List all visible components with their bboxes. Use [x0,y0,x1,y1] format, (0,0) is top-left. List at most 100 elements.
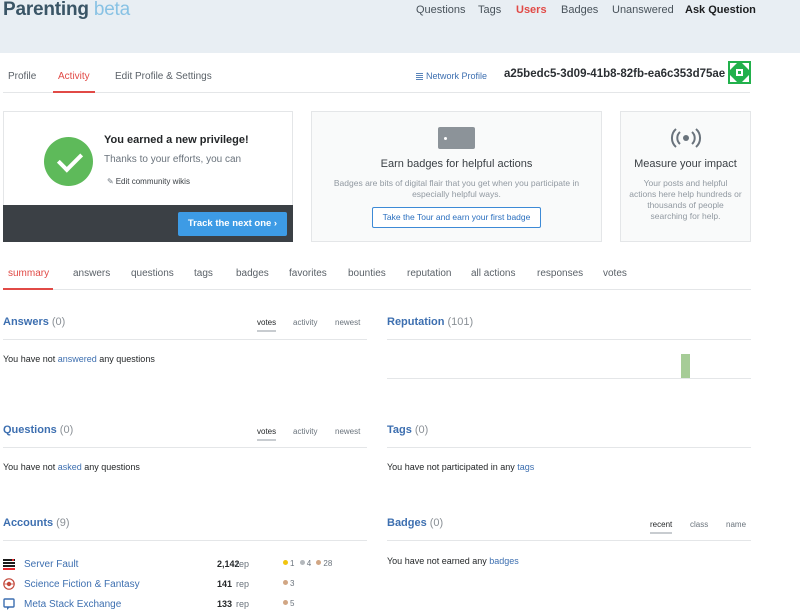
questions-title[interactable]: Questions (0) [3,424,73,436]
tab-reputation[interactable]: reputation [407,268,451,279]
accounts-title-label: Accounts [3,517,54,529]
answers-empty-post: any questions [99,354,155,364]
take-tour-button[interactable]: Take the Tour and earn your first badge [372,207,541,228]
answers-divider [3,339,367,340]
tab-profile[interactable]: Profile [8,71,36,82]
tags-empty-pre: You have not participated in any [387,462,515,472]
tags-divider [387,447,751,448]
bronze-count: 28 [323,559,333,568]
tab-responses[interactable]: responses [537,268,583,279]
account-badges: 3 [283,579,294,588]
pencil-icon: ✎ [107,177,114,186]
reputation-divider [387,339,751,340]
account-rep-label: rep [236,559,250,569]
tab-votes[interactable]: votes [603,268,627,279]
avatar[interactable] [728,61,751,84]
tab-edit-profile[interactable]: Edit Profile & Settings [115,71,212,82]
top-bar: Parenting beta Questions Tags Users Badge… [0,0,800,53]
accounts-title[interactable]: Accounts (9) [3,517,70,529]
questions-divider [3,447,367,448]
reputation-title-label: Reputation [387,316,445,328]
bronze-badge-icon [283,580,288,585]
badges-card: Earn badges for helpful actions Badges a… [311,111,602,242]
questions-empty-pre: You have not [3,462,56,472]
account-rep-label: rep [236,579,250,589]
nav-questions[interactable]: Questions [416,4,466,16]
tags-title[interactable]: Tags (0) [387,424,428,436]
nav-tags[interactable]: Tags [478,4,501,16]
badges-count: (0) [429,517,444,529]
accounts-divider [3,540,367,541]
account-rep-label: rep [236,599,250,609]
questions-count: (0) [59,424,74,436]
scifi-icon [3,578,15,590]
account-name[interactable]: Meta Stack Exchange [24,599,121,610]
tab-answers[interactable]: answers [73,268,110,279]
asked-link[interactable]: asked [58,462,82,472]
account-name[interactable]: Server Fault [24,559,78,570]
questions-sort-votes[interactable]: votes [257,427,277,441]
impact-card-description: Your posts and helpful actions here help… [629,178,742,221]
account-badges: 1 4 28 [283,559,332,568]
nav-badges[interactable]: Badges [561,4,598,16]
beta-label: beta [93,0,131,20]
silver-badge-icon [299,560,305,565]
answers-sort-activity[interactable]: activity [293,318,317,327]
tags-title-label: Tags [387,424,412,436]
network-profile-link[interactable]: Network Profile [416,71,487,81]
username: a25bedc5-3d09-41b8-82fb-ea6c353d75ae [504,68,726,80]
tab-divider [3,92,750,93]
answers-title[interactable]: Answers (0) [3,316,65,328]
tab-summary[interactable]: summary [8,268,49,279]
badges-sort-class[interactable]: class [690,520,708,529]
badges-link[interactable]: badges [489,556,519,566]
tab-badges[interactable]: badges [236,268,269,279]
silver-count: 4 [306,559,312,568]
reputation-title[interactable]: Reputation (101) [387,316,473,328]
account-row: Server Fault 2,142 rep 1 4 28 [3,556,363,572]
answers-sort-newest[interactable]: newest [335,318,360,327]
account-badges: 5 [283,599,294,608]
checkmark-icon [44,137,93,186]
edit-wikis-link[interactable]: ✎ Edit community wikis [107,177,190,186]
accounts-count: (9) [56,517,70,529]
site-logo[interactable]: Parenting beta [3,0,130,21]
active-activity-tab-indicator [3,288,53,290]
tab-questions[interactable]: questions [131,268,174,279]
answers-sort-votes[interactable]: votes [257,318,277,332]
tags-empty-text: You have not participated in any tags [387,462,534,472]
nav-unanswered[interactable]: Unanswered [612,4,674,16]
account-name[interactable]: Science Fiction & Fantasy [24,579,140,590]
gold-count: 1 [290,559,295,568]
badges-title[interactable]: Badges (0) [387,517,443,529]
active-tab-indicator [53,91,95,93]
server-fault-icon [3,559,15,570]
answered-link[interactable]: answered [58,354,97,364]
badges-title-label: Badges [387,517,427,529]
tab-all-actions[interactable]: all actions [471,268,515,279]
badges-card-title: Earn badges for helpful actions [380,158,533,170]
tab-favorites[interactable]: favorites [289,268,327,279]
privilege-card: You earned a new privilege! Thanks to yo… [3,111,293,242]
nav-users[interactable]: Users [516,4,547,16]
badges-sort-recent[interactable]: recent [650,520,673,534]
bronze-count: 3 [290,579,295,588]
account-rep: 141 [217,579,233,589]
answers-count: (0) [51,316,66,328]
account-row: Science Fiction & Fantasy 141 rep 3 [3,576,363,592]
questions-sort-newest[interactable]: newest [335,427,360,436]
track-next-button[interactable]: Track the next one › [178,212,287,236]
account-rep: 133 [217,599,233,609]
badges-sort-name[interactable]: name [726,520,746,529]
badges-card-description: Badges are bits of digital flair that yo… [333,178,580,199]
tab-bounties[interactable]: bounties [348,268,386,279]
reputation-baseline [387,378,751,379]
tab-activity[interactable]: Activity [58,71,90,82]
tab-tags[interactable]: tags [194,268,213,279]
questions-sort-activity[interactable]: activity [293,427,317,436]
tags-link[interactable]: tags [517,462,534,472]
badges-divider [387,540,751,541]
site-name: Parenting [3,0,89,20]
nav-ask-question[interactable]: Ask Question [685,4,756,16]
reputation-bar[interactable] [681,354,690,378]
